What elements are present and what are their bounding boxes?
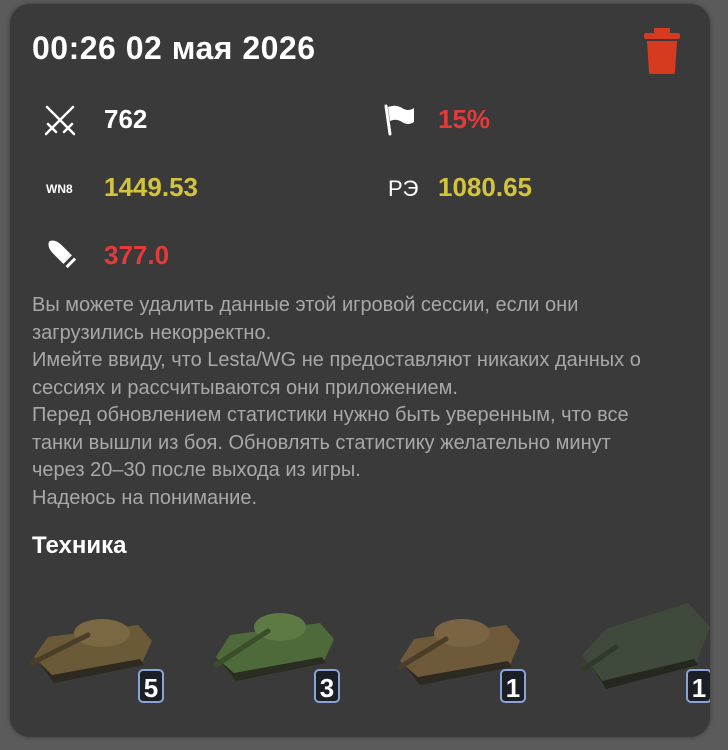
- wn8-label: WN8: [46, 182, 73, 196]
- delete-session-button[interactable]: [642, 28, 682, 74]
- vehicle-battles-badge: 5: [138, 669, 164, 703]
- session-card: 00:26 02 мая 2026 762 15% WN8 1449.53 РЭ…: [10, 4, 710, 737]
- battles-value: 762: [104, 104, 148, 134]
- flag-icon: [384, 104, 414, 136]
- vehicle-item[interactable]: 5: [28, 589, 178, 704]
- re-value: 1080.65: [438, 172, 532, 202]
- vehicle-item[interactable]: 3: [210, 589, 360, 704]
- description-line: Перед обновлением статистики нужно быть …: [32, 404, 629, 426]
- damage-value: 377.0: [104, 240, 170, 270]
- description-line: сессиях и рассчитываются они приложением…: [32, 376, 458, 399]
- vehicle-battles-badge: 3: [314, 669, 340, 703]
- vehicle-item[interactable]: 1: [580, 589, 710, 704]
- vehicles-section-title: Техника: [32, 532, 127, 559]
- vehicle-item[interactable]: 1: [396, 589, 546, 704]
- description-line: загрузились некорректно.: [32, 321, 272, 344]
- winrate-value: 15%: [438, 104, 491, 134]
- description-line: Надеюсь на понимание.: [32, 486, 257, 509]
- shell-icon: [48, 240, 77, 269]
- session-description: Вы можете удалить данные этой игровой се…: [32, 292, 692, 512]
- description-line: через 20–30 после выхода из игры.: [32, 459, 361, 481]
- description-line: Имейте ввиду, что Lesta/WG не предоставл…: [32, 349, 641, 371]
- description-line: Вы можете удалить данные этой игровой се…: [32, 294, 579, 316]
- crossed-swords-icon: [44, 105, 76, 136]
- session-title: 00:26 02 мая 2026: [32, 30, 316, 66]
- trash-icon: [644, 28, 680, 74]
- description-line: танки вышли из боя. Обновлять статистику…: [32, 431, 611, 454]
- vehicle-battles-badge: 1: [686, 669, 710, 703]
- re-label: РЭ: [388, 176, 419, 201]
- vehicle-battles-badge: 1: [500, 669, 526, 703]
- wn8-value: 1449.53: [104, 172, 198, 202]
